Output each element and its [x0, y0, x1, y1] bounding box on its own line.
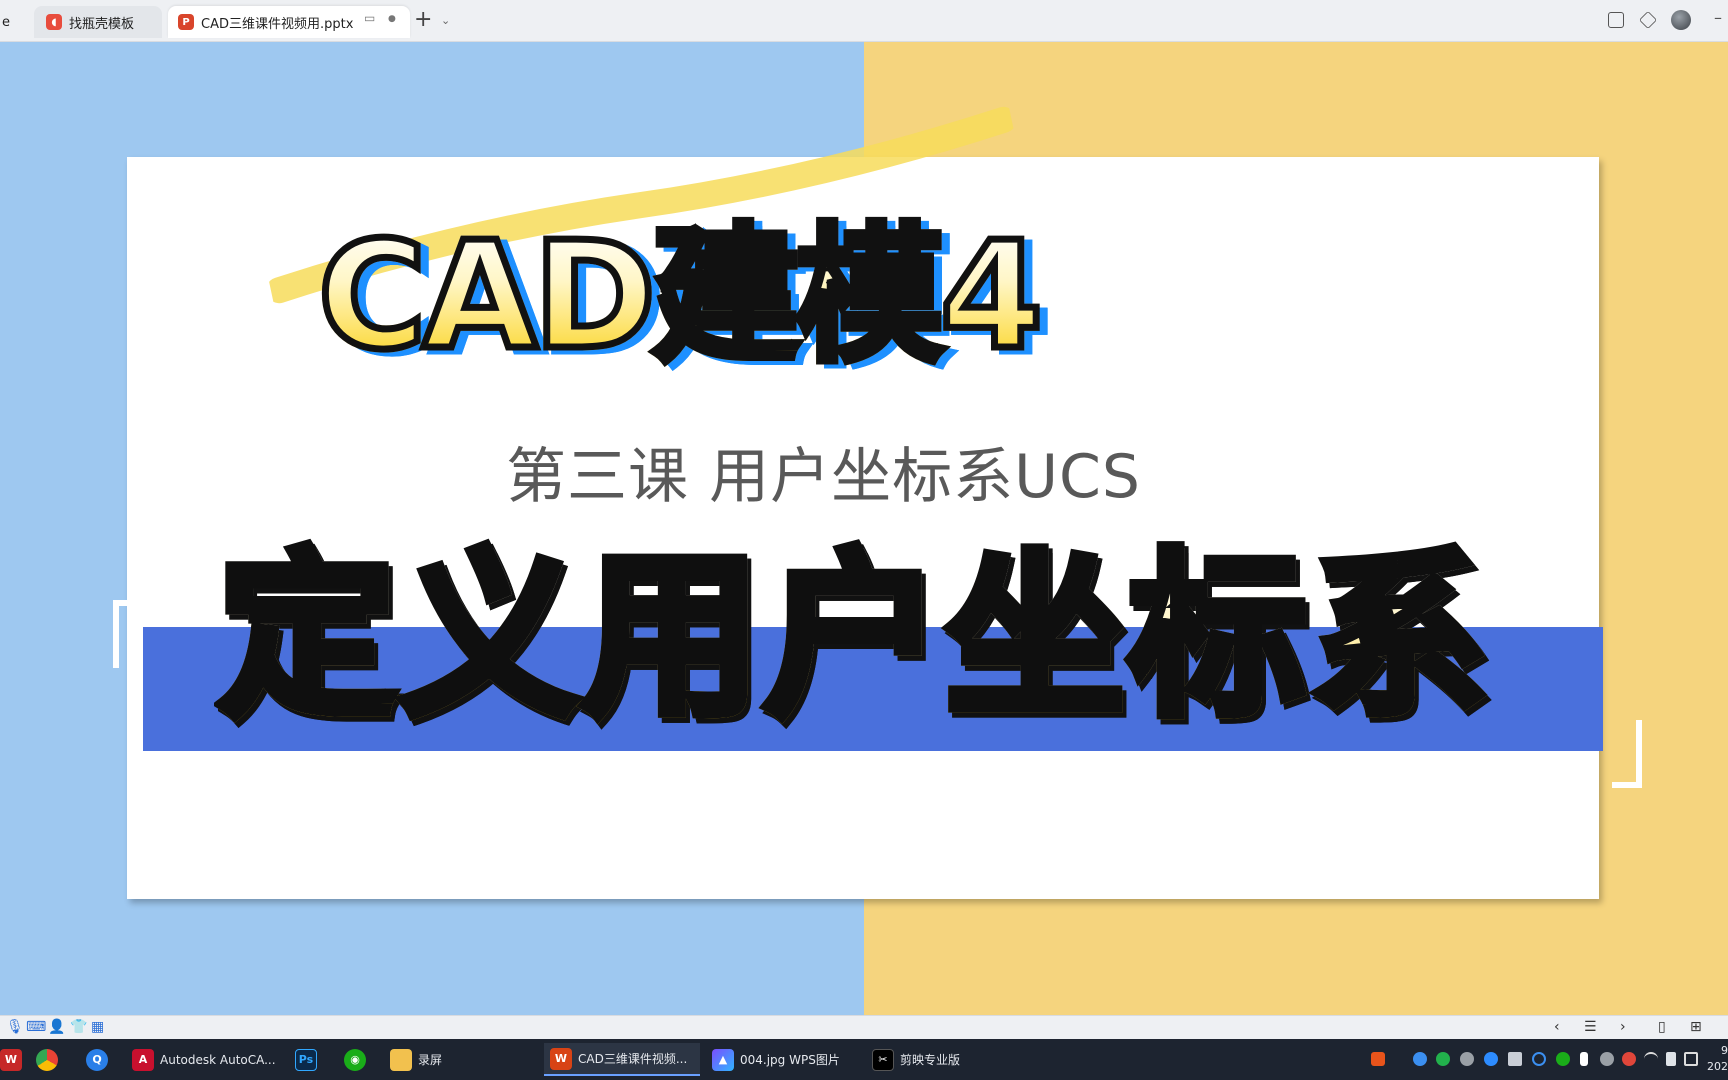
tab-zhaoke-template[interactable]: ◖ 找瓶壳模板: [34, 6, 162, 38]
avatar[interactable]: [1671, 10, 1691, 30]
wechat-icon: ◉: [344, 1048, 366, 1071]
wps-pictures-icon: ▲: [712, 1048, 734, 1071]
monitor-icon[interactable]: ▭: [364, 11, 375, 25]
wechat-tray-icon[interactable]: [1436, 1052, 1450, 1066]
ppt-icon: P: [178, 14, 194, 30]
cloud-icon[interactable]: [1413, 1052, 1427, 1066]
viewer-bottom-bar: 🎙 ⌨ 👤 👕 ▦ ‹ ☰ › ▯ ⊞: [0, 1015, 1728, 1039]
wifi-icon[interactable]: [1644, 1052, 1658, 1066]
screenshot-icon[interactable]: [1508, 1052, 1522, 1066]
q-browser-icon: Q: [86, 1048, 108, 1071]
bracket-left: [113, 600, 143, 668]
grid-icon[interactable]: ▦: [91, 1019, 104, 1035]
window-restore-icon[interactable]: [1608, 12, 1624, 28]
minimize-button[interactable]: –: [1714, 8, 1722, 27]
system-clock[interactable]: 9 202: [1700, 1043, 1728, 1075]
taskbar-app-wps-pictures[interactable]: ▲ 004.jpg WPS图片: [712, 1043, 862, 1076]
chevron-down-icon[interactable]: ⌄: [441, 14, 450, 27]
user-icon[interactable]: 👤: [48, 1019, 65, 1035]
layout-single-icon[interactable]: ▯: [1658, 1019, 1666, 1035]
zhaoke-icon: ◖: [46, 14, 62, 30]
taskbar-app-q-browser[interactable]: Q: [86, 1043, 114, 1076]
microphone-tray-icon[interactable]: [1580, 1052, 1588, 1066]
taskbar-app-cad-presentation-label: CAD三维课件视频...: [578, 1052, 688, 1066]
next-slide-button[interactable]: ›: [1620, 1019, 1626, 1035]
layout-grid-icon[interactable]: ⊞: [1690, 1019, 1702, 1035]
taskbar-app-chrome[interactable]: [36, 1043, 64, 1076]
sogou-input-icon[interactable]: [1371, 1052, 1385, 1066]
tab-partial[interactable]: e: [0, 6, 28, 38]
battery-icon[interactable]: [1684, 1052, 1698, 1066]
folder-icon: [390, 1048, 412, 1071]
network-monitor-icon[interactable]: [1460, 1052, 1474, 1066]
taskbar-app-wps[interactable]: W: [0, 1043, 28, 1076]
taskbar: W Q A Autodesk AutoCA... Ps ◉ 录屏 W CAD三维…: [0, 1039, 1728, 1080]
wechat-work-icon[interactable]: [1556, 1052, 1570, 1066]
tab-cad-pptx-label: CAD三维课件视频用.pptx: [201, 16, 354, 32]
taskbar-app-wps-pictures-label: 004.jpg WPS图片: [740, 1053, 840, 1067]
clock-date: 202: [1707, 1060, 1728, 1073]
unsaved-dot-icon: ●: [388, 14, 396, 24]
taskbar-app-autocad[interactable]: A Autodesk AutoCA...: [132, 1043, 278, 1076]
chrome-icon: [36, 1048, 58, 1071]
taskbar-app-photoshop[interactable]: Ps: [295, 1043, 323, 1076]
taskbar-app-wechat[interactable]: ◉: [344, 1043, 372, 1076]
network-icon[interactable]: [1600, 1052, 1614, 1066]
prev-slide-button[interactable]: ‹: [1554, 1019, 1560, 1035]
clock-time: 9: [1721, 1044, 1728, 1057]
obs-record-icon[interactable]: [1622, 1052, 1636, 1066]
circle-app-icon[interactable]: [1532, 1052, 1546, 1066]
slide-heading: 定义用户坐标系: [214, 533, 1493, 740]
browser-tab-bar: e ◖ 找瓶壳模板 P CAD三维课件视频用.pptx ▭ ● + ⌄ –: [0, 0, 1728, 42]
bracket-right: [1612, 720, 1642, 788]
capcut-icon: ✂: [872, 1048, 894, 1071]
taskbar-app-capcut[interactable]: ✂ 剪映专业版: [872, 1043, 992, 1076]
volume-icon[interactable]: [1666, 1052, 1676, 1066]
taskbar-app-autocad-label: Autodesk AutoCA...: [160, 1052, 276, 1067]
photoshop-icon: Ps: [295, 1048, 317, 1071]
tab-partial-label: e: [2, 14, 10, 30]
wps-presentation-icon: W: [550, 1047, 572, 1070]
taskbar-app-recording-label: 录屏: [418, 1053, 443, 1067]
taskbar-app-capcut-label: 剪映专业版: [900, 1053, 961, 1067]
new-tab-button[interactable]: +: [414, 8, 432, 32]
wps-icon: W: [0, 1048, 22, 1071]
slide-title: CAD建模4: [315, 210, 1047, 382]
slide-list-button[interactable]: ☰: [1584, 1019, 1597, 1035]
feishu-icon[interactable]: [1484, 1052, 1498, 1066]
taskbar-app-cad-presentation[interactable]: W CAD三维课件视频...: [544, 1043, 700, 1076]
slide-subtitle: 第三课 用户坐标系UCS: [506, 442, 1141, 512]
tab-zhaoke-label: 找瓶壳模板: [69, 16, 135, 32]
shirt-icon[interactable]: 👕: [70, 1019, 87, 1035]
keyboard-icon[interactable]: ⌨: [26, 1019, 46, 1035]
autocad-icon: A: [132, 1048, 154, 1071]
taskbar-app-recording[interactable]: 录屏: [390, 1043, 520, 1076]
cube-icon[interactable]: [1638, 10, 1658, 30]
microphone-icon[interactable]: 🎙: [6, 1019, 24, 1035]
